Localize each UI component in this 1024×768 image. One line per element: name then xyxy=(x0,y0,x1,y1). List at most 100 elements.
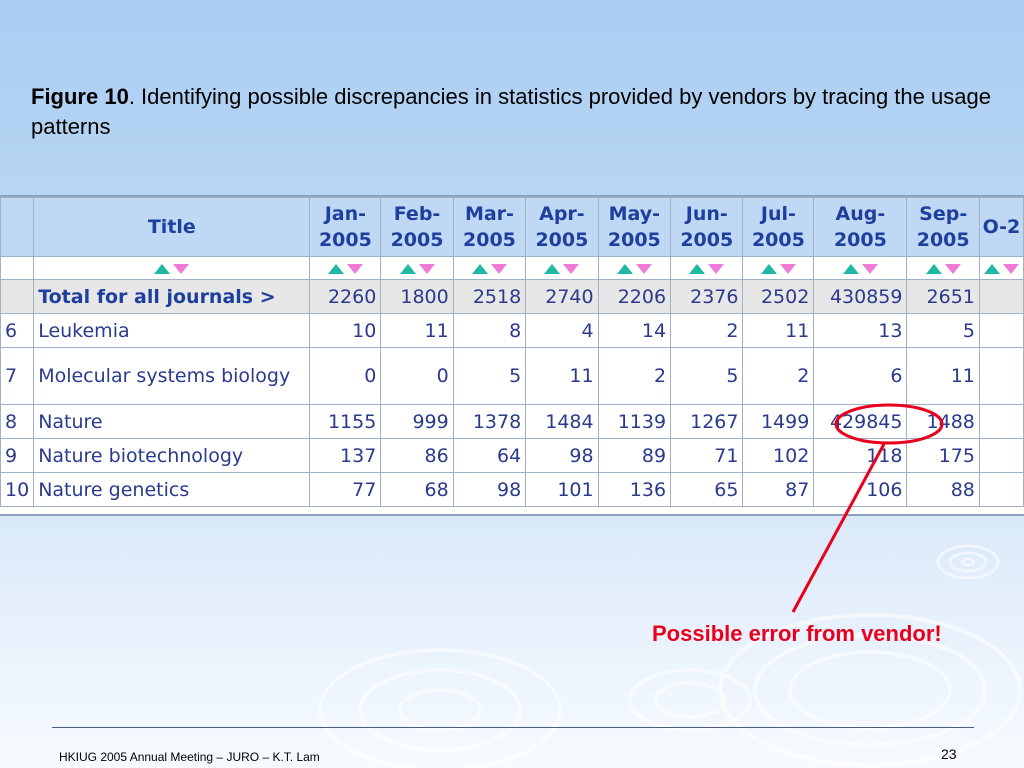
figure-caption: Figure 10. Identifying possible discrepa… xyxy=(31,82,991,142)
total-index xyxy=(0,279,35,314)
journal-title[interactable]: Nature genetics xyxy=(33,472,311,507)
row-index: 10 xyxy=(0,472,35,507)
usage-value: 13 xyxy=(813,313,908,348)
title-header[interactable]: Title xyxy=(33,197,311,257)
usage-value: 87 xyxy=(742,472,815,507)
usage-value: 71 xyxy=(670,438,744,473)
month-header[interactable]: Feb-2005 xyxy=(380,197,454,257)
usage-value xyxy=(978,347,1024,405)
month-header[interactable]: Sep-2005 xyxy=(906,197,980,257)
sort-ascending-icon[interactable] xyxy=(154,263,171,274)
month-sort-arrows[interactable] xyxy=(380,256,454,280)
month-header[interactable]: Jul-2005 xyxy=(742,197,815,257)
table-row: 6 Leukemia 10 11 8 4 14 2 11 13 5 xyxy=(0,313,1024,348)
usage-value: 64 xyxy=(452,438,527,473)
usage-value: 11 xyxy=(380,313,454,348)
usage-value: 1155 xyxy=(309,404,382,439)
usage-value: 77 xyxy=(309,472,382,507)
usage-value: 11 xyxy=(906,347,980,405)
journal-title[interactable]: Nature biotechnology xyxy=(33,438,311,473)
total-value xyxy=(978,279,1024,314)
month-sort-arrows[interactable] xyxy=(670,256,744,280)
row-index: 6 xyxy=(0,313,35,348)
month-sort-arrows[interactable] xyxy=(525,256,599,280)
total-label[interactable]: Total for all journals > xyxy=(33,279,311,314)
month-header[interactable]: Jan-2005 xyxy=(309,197,382,257)
usage-value: 1488 xyxy=(906,404,980,439)
sort-ascending-icon[interactable] xyxy=(399,263,416,274)
sort-arrows-row xyxy=(0,256,1024,280)
total-value: 2502 xyxy=(742,279,815,314)
usage-value: 65 xyxy=(670,472,744,507)
table-row: 10 Nature genetics 77 68 98 101 136 65 87 106 88 xyxy=(0,472,1024,507)
sort-descending-icon[interactable] xyxy=(779,263,796,274)
sort-descending-icon[interactable] xyxy=(346,263,363,274)
figure-caption-text: . Identifying possible discrepancies in … xyxy=(31,84,991,139)
sort-ascending-icon[interactable] xyxy=(616,263,633,274)
usage-value: 1378 xyxy=(452,404,527,439)
arrow-cell-empty xyxy=(0,256,35,280)
month-sort-arrows[interactable] xyxy=(742,256,815,280)
usage-value xyxy=(978,438,1024,473)
index-header xyxy=(0,197,35,257)
sort-ascending-icon[interactable] xyxy=(471,263,488,274)
month-sort-arrows[interactable] xyxy=(309,256,382,280)
usage-value: 1499 xyxy=(742,404,815,439)
month-sort-arrows[interactable] xyxy=(597,256,672,280)
journal-title[interactable]: Molecular systems biology xyxy=(33,347,311,405)
sort-descending-icon[interactable] xyxy=(563,263,580,274)
usage-value: 0 xyxy=(380,347,454,405)
row-index: 8 xyxy=(0,404,35,439)
sort-descending-icon[interactable] xyxy=(635,263,652,274)
sort-descending-icon[interactable] xyxy=(490,263,507,274)
journal-title[interactable]: Leukemia xyxy=(33,313,311,348)
month-header[interactable]: Jun-2005 xyxy=(670,197,744,257)
journal-title[interactable]: Nature xyxy=(33,404,311,439)
total-value: 1800 xyxy=(380,279,454,314)
month-header[interactable]: May-2005 xyxy=(597,197,672,257)
usage-value: 2 xyxy=(742,347,815,405)
sort-ascending-icon[interactable] xyxy=(842,263,859,274)
month-header[interactable]: O-2 xyxy=(978,197,1024,257)
usage-value: 137 xyxy=(309,438,382,473)
month-header[interactable]: Aug-2005 xyxy=(813,197,908,257)
month-sort-arrows[interactable] xyxy=(906,256,980,280)
sort-descending-icon[interactable] xyxy=(861,263,878,274)
usage-value: 11 xyxy=(525,347,599,405)
usage-value: 6 xyxy=(813,347,908,405)
table-row: 7 Molecular systems biology 0 0 5 11 2 5 2 6 11 xyxy=(0,347,1024,405)
total-value: 2260 xyxy=(309,279,382,314)
sort-descending-icon[interactable] xyxy=(1002,263,1019,274)
sort-descending-icon[interactable] xyxy=(173,263,190,274)
usage-statistics-table: Title Jan-2005 Feb-2005 Mar-2005 Apr-2005 Ma… xyxy=(0,195,1024,516)
usage-value: 4 xyxy=(525,313,599,348)
usage-value: 136 xyxy=(597,472,672,507)
total-value: 2206 xyxy=(597,279,672,314)
table-row: 9 Nature biotechnology 137 86 64 98 89 71 102 118… xyxy=(0,438,1024,473)
title-sort-arrows[interactable] xyxy=(33,256,311,280)
usage-value: 8 xyxy=(452,313,527,348)
sort-descending-icon[interactable] xyxy=(944,263,961,274)
sort-ascending-icon[interactable] xyxy=(760,263,777,274)
table-row: 8 Nature 1155 999 1378 1484 1139 1267 1499 429845… xyxy=(0,404,1024,439)
sort-ascending-icon[interactable] xyxy=(544,263,561,274)
month-header[interactable]: Apr-2005 xyxy=(525,197,599,257)
footer-rule xyxy=(52,727,974,728)
sort-ascending-icon[interactable] xyxy=(327,263,344,274)
usage-value: 2 xyxy=(670,313,744,348)
sort-ascending-icon[interactable] xyxy=(983,263,1000,274)
month-sort-arrows[interactable] xyxy=(978,256,1024,280)
month-sort-arrows[interactable] xyxy=(452,256,527,280)
usage-value: 5 xyxy=(452,347,527,405)
sort-descending-icon[interactable] xyxy=(708,263,725,274)
total-row: Total for all journals > 2260 1800 2518 274… xyxy=(0,279,1024,314)
figure-label: Figure 10 xyxy=(31,84,129,109)
usage-value: 102 xyxy=(742,438,815,473)
month-header[interactable]: Mar-2005 xyxy=(452,197,527,257)
sort-ascending-icon[interactable] xyxy=(689,263,706,274)
usage-value: 999 xyxy=(380,404,454,439)
sort-ascending-icon[interactable] xyxy=(925,263,942,274)
header-row: Title Jan-2005 Feb-2005 Mar-2005 Apr-2005 Ma… xyxy=(0,197,1024,257)
month-sort-arrows[interactable] xyxy=(813,256,908,280)
sort-descending-icon[interactable] xyxy=(418,263,435,274)
